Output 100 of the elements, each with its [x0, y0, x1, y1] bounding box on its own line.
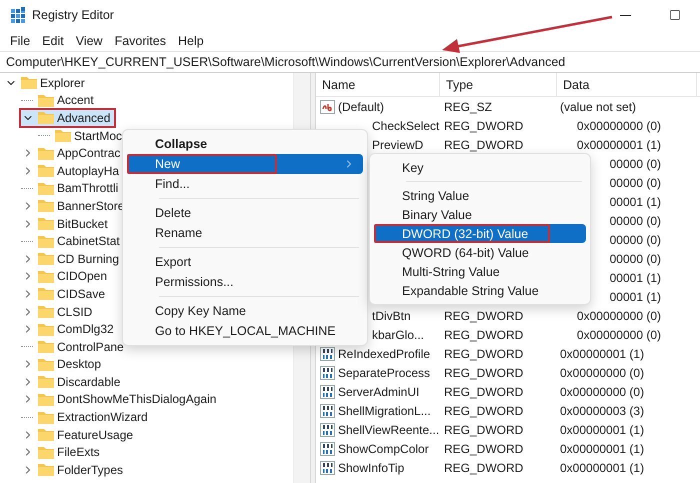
menu-item[interactable]: DWORD (32-bit) Value [374, 224, 586, 243]
tree-item[interactable]: CIDSave [19, 284, 112, 304]
folder-icon [38, 182, 54, 195]
value-data: 0x00000001 (1) [560, 442, 644, 456]
tree-item[interactable]: AutoplayHa [19, 160, 126, 181]
value-type: REG_DWORD [444, 328, 524, 342]
menu-item[interactable]: Expandable String Value [374, 281, 586, 300]
menu-item[interactable]: String Value [374, 186, 586, 205]
menu-item[interactable]: Multi-String Value [374, 262, 586, 281]
value-type: REG_DWORD [444, 118, 524, 132]
menu-item[interactable]: QWORD (64-bit) Value [374, 243, 586, 262]
folder-icon [38, 410, 54, 424]
value-data: 00000 (0) [610, 156, 661, 170]
value-name: tDivBtn [372, 308, 411, 322]
folder-icon [38, 252, 54, 266]
tree-item[interactable]: FeatureUsage [19, 424, 140, 445]
value-name: ServerAdminUI [338, 384, 420, 398]
tree-item[interactable]: FolderTypes [19, 460, 130, 480]
value-data: 00000 (0) [610, 232, 661, 246]
folder-icon [38, 217, 54, 230]
value-data: 0x00000000 (0) [560, 384, 644, 398]
tree-item[interactable]: BamThrottli [19, 178, 124, 198]
tree-item[interactable]: AppContrac [19, 143, 126, 164]
folder-icon [38, 199, 54, 212]
tree-item[interactable]: FileExts [19, 442, 106, 462]
tree-item[interactable]: Accent [19, 90, 100, 110]
tree-item[interactable]: BitBucket [19, 214, 114, 234]
value-data: 00001 (1) [610, 270, 661, 284]
value-data: 0x00000001 (1) [560, 460, 644, 474]
folder-icon [38, 446, 54, 459]
value-type: REG_SZ [444, 100, 492, 114]
folder-icon [38, 305, 54, 318]
tree-item[interactable]: Discardable [19, 372, 126, 392]
value-data: 00000 (0) [610, 214, 661, 228]
tree-item[interactable]: ExtractionWizard [19, 407, 154, 428]
value-data: 0x00000000 (0) [576, 118, 661, 132]
folder-icon [38, 463, 54, 476]
folder-icon [38, 322, 54, 336]
menu-item[interactable]: Export [127, 252, 363, 272]
menu-item[interactable]: Find... [127, 174, 363, 194]
value-data: 0x00000000 (0) [576, 308, 661, 322]
tree-item[interactable]: Desktop [19, 354, 108, 374]
menu-item[interactable]: Copy Key Name [127, 301, 363, 321]
menu-bar-item[interactable]: Edit [36, 34, 70, 48]
menu-item[interactable]: Go to HKEY_LOCAL_MACHINE [127, 321, 363, 341]
minimize-icon [620, 14, 630, 16]
address-bar[interactable]: Computer\HKEY_CURRENT_USER\Software\Microsoft\Windows\CurrentVersion\Explorer\Advanced [0, 51, 700, 73]
folder-icon [38, 146, 54, 160]
tree-item[interactable]: CLSID [19, 302, 98, 322]
tree-item[interactable]: ControlPane [19, 336, 130, 357]
menu-item[interactable]: New [127, 154, 363, 174]
folder-icon [38, 375, 54, 388]
tree-item[interactable]: Advanced [19, 108, 116, 128]
binary-value-icon [320, 422, 335, 436]
value-data: 00001 (1) [610, 290, 661, 304]
value-name: SeparateProcess [338, 366, 430, 380]
window-title: Registry Editor [32, 8, 114, 22]
value-name: ShowCompColor [338, 442, 429, 456]
menu-item[interactable]: Permissions... [127, 272, 363, 292]
binary-value-icon [320, 460, 335, 474]
tree-item[interactable]: CD Burning [19, 248, 126, 269]
value-data: 00000 (0) [610, 252, 661, 266]
binary-value-icon [320, 442, 335, 456]
menu-bar-item[interactable]: File [4, 34, 36, 48]
value-data: (value not set) [560, 100, 636, 114]
folder-icon [38, 428, 54, 442]
tree-item[interactable]: DontShowMeThisDialogAgain [19, 389, 222, 410]
tree-item[interactable]: CabinetStat [19, 231, 126, 252]
column-header[interactable]: Data [557, 73, 697, 96]
value-type: REG_DWORD [444, 308, 524, 322]
menu-item[interactable]: Rename [127, 223, 363, 243]
menu-bar-item[interactable]: Favorites [108, 34, 172, 48]
value-data: 0x00000000 (0) [576, 328, 661, 342]
value-name: kbarGlo... [372, 328, 424, 342]
menu-item[interactable]: Collapse [127, 134, 363, 154]
menu-bar-item[interactable]: Help [172, 34, 210, 48]
value-name: ShellMigrationL... [338, 404, 431, 418]
value-type: REG_DWORD [444, 460, 524, 474]
folder-icon [38, 111, 54, 124]
folder-icon [55, 129, 71, 142]
value-name: ShellViewReente... [338, 422, 440, 436]
app-icon [10, 7, 26, 23]
value-name: (Default) [338, 100, 384, 114]
menu-bar-item[interactable]: View [70, 34, 109, 48]
column-header[interactable]: Name [316, 73, 440, 96]
value-name: ShowInfoTip [338, 460, 404, 474]
value-type: REG_DWORD [444, 422, 524, 436]
column-header[interactable]: Type [440, 73, 557, 96]
tree-item[interactable]: ComDlg32 [19, 319, 120, 340]
maximize-icon [669, 9, 681, 21]
binary-value-icon [320, 366, 335, 380]
menu-item[interactable]: Binary Value [374, 205, 586, 224]
tree-item[interactable]: CIDOpen [19, 266, 114, 286]
tree-item[interactable]: Explorer [2, 72, 91, 93]
value-data: 0x00000003 (3) [560, 404, 644, 418]
folder-icon [38, 270, 54, 283]
value-data: 0x00000001 (1) [576, 138, 661, 152]
menu-item[interactable]: Key [374, 158, 586, 177]
value-name: CheckSelect [372, 118, 440, 132]
value-type: REG_DWORD [444, 138, 524, 152]
